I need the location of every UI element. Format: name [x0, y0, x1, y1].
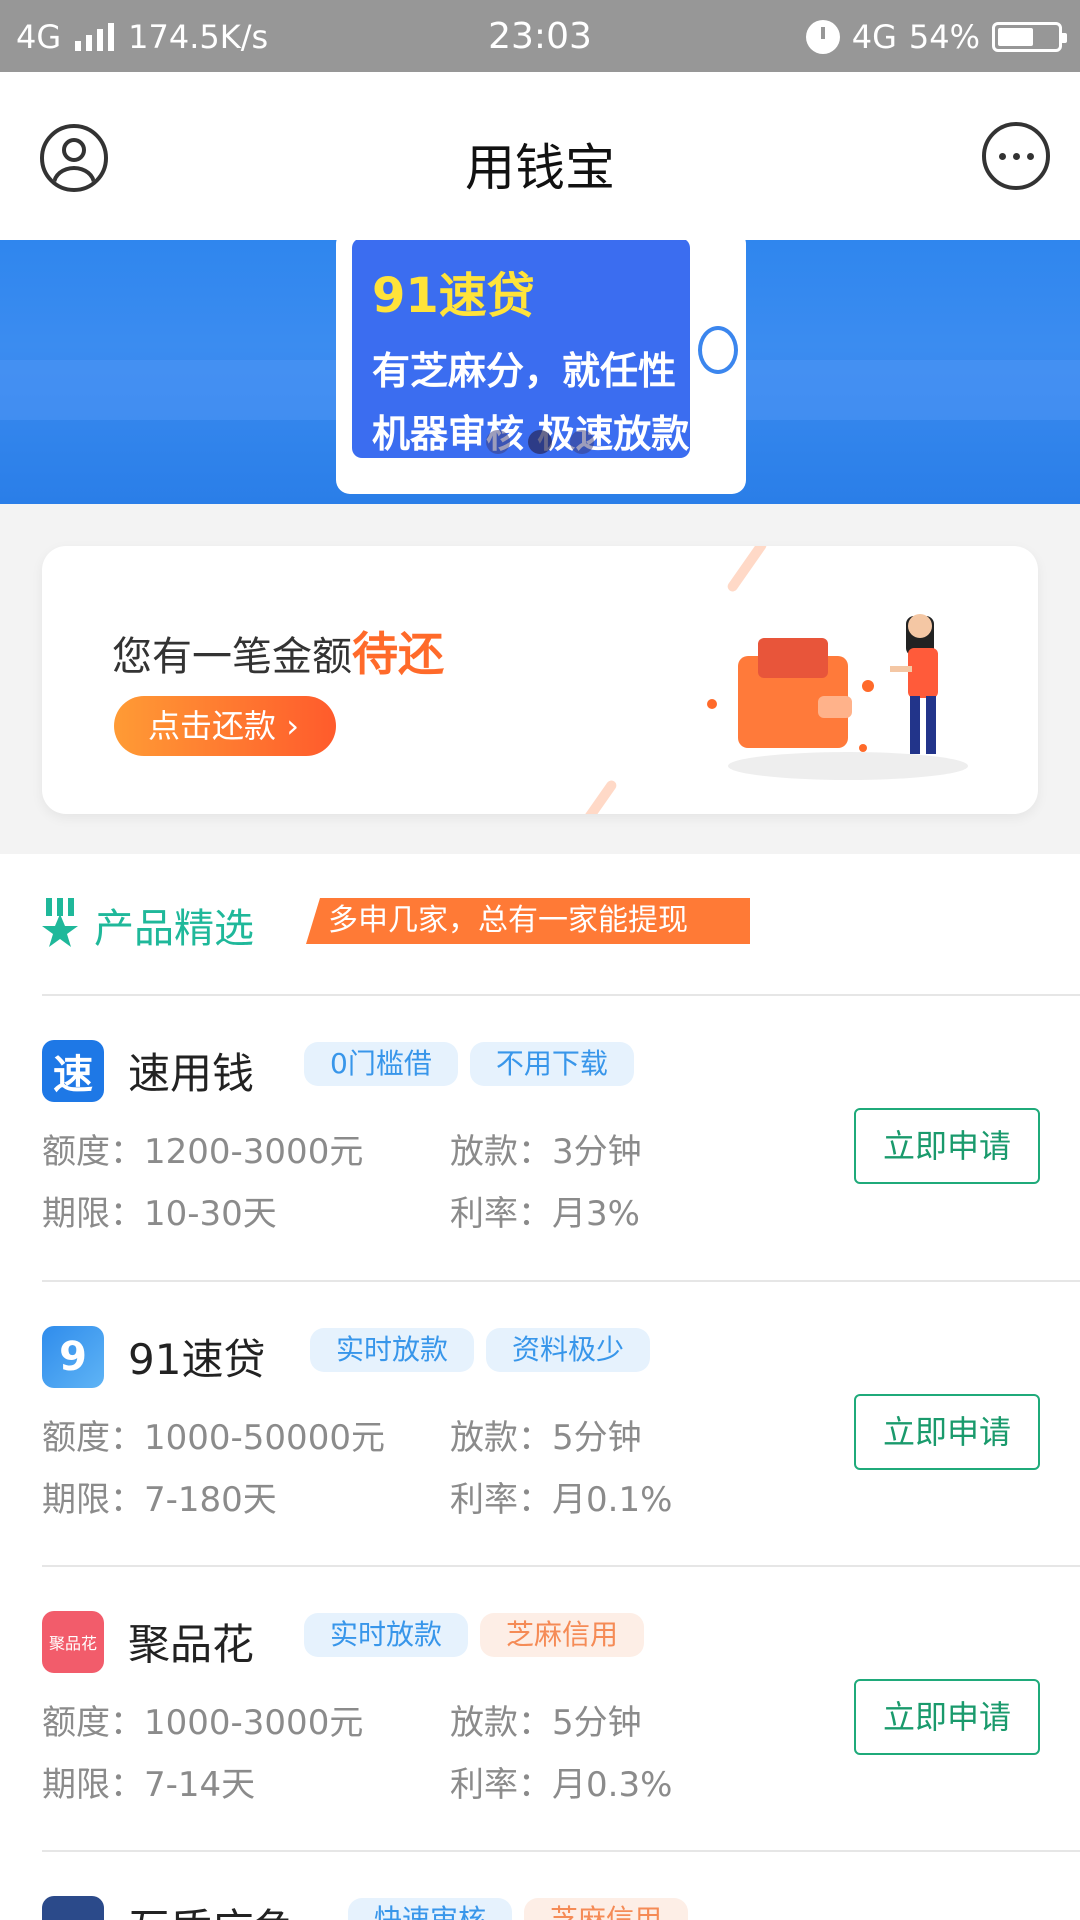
status-bar: 4G 174.5K/s 23:03 4G 54% [0, 0, 1080, 72]
product-name: 聚品花 [128, 1620, 255, 1669]
release-value: 3分钟 [552, 1132, 642, 1172]
amount-value: 1000-50000元 [144, 1418, 385, 1458]
banner-phone-graphic: 91速贷 有芝麻分，就任性 机器审核 极速放款 [336, 240, 746, 494]
carousel-dot[interactable] [486, 430, 510, 454]
repay-section: 您有一笔金额待还 点击还款 › [0, 504, 1080, 854]
battery-icon [992, 22, 1067, 52]
product-info: 额度：1000-3000元 放款：5分钟 期限：7-14天 利率：月0.3% [42, 1703, 673, 1805]
apply-button[interactable]: 立即申请 [854, 1679, 1040, 1755]
apply-button[interactable]: 立即申请 [854, 1394, 1040, 1470]
product-tag: 实时放款 [310, 1328, 475, 1372]
carousel-dots[interactable] [486, 430, 594, 454]
apply-button[interactable]: 立即申请 [854, 1108, 1040, 1184]
product-item[interactable]: 互质应急 快速审核 芝麻信用 [0, 1852, 1080, 1920]
repay-button[interactable]: 点击还款 › [114, 696, 336, 756]
product-tag: 不用下载 [469, 1042, 634, 1086]
release-value: 5分钟 [552, 1703, 642, 1743]
rate-value: 月0.1% [552, 1480, 673, 1520]
section-title: 产品精选 [94, 906, 254, 952]
featured-header: 产品精选 多申几家，总有一家能提现 [40, 892, 1040, 962]
product-tag: 实时放款 [304, 1613, 469, 1657]
repay-highlight: 待还 [352, 627, 444, 681]
carousel-dot-active[interactable] [528, 430, 552, 454]
app-header: 用钱宝 [0, 72, 1080, 240]
page-title: 用钱宝 [465, 139, 615, 197]
repay-message: 您有一笔金额待还 [112, 627, 444, 681]
term-value: 7-180天 [144, 1480, 277, 1520]
alarm-icon [805, 20, 840, 54]
release-value: 5分钟 [552, 1418, 642, 1458]
product-info: 额度：1200-3000元 放款：3分钟 期限：10-30天 利率：月3% [42, 1132, 642, 1234]
more-icon[interactable] [982, 122, 1050, 190]
product-name: 91速贷 [128, 1335, 266, 1384]
product-item[interactable]: 聚品花 聚品花 实时放款 芝麻信用 额度：1000-3000元 放款：5分钟 期限… [0, 1567, 1080, 1851]
repay-card[interactable]: 您有一笔金额待还 点击还款 › [42, 546, 1038, 814]
medal-icon [42, 898, 78, 947]
amount-value: 1000-3000元 [144, 1703, 364, 1743]
banner-line-1: 有芝麻分，就任性 [372, 349, 677, 393]
product-name: 速用钱 [128, 1049, 255, 1098]
product-logo: 聚品花 [42, 1611, 104, 1673]
section-slogan: 多申几家，总有一家能提现 [306, 898, 750, 944]
product-logo: 9 [42, 1326, 104, 1388]
rate-value: 月0.3% [552, 1765, 673, 1805]
product-tag: 0门槛借 [304, 1042, 458, 1086]
carousel-dot[interactable] [570, 430, 594, 454]
term-value: 10-30天 [144, 1194, 277, 1234]
amount-value: 1200-3000元 [144, 1132, 364, 1172]
product-logo: 速 [42, 1040, 104, 1102]
product-tag: 芝麻信用 [480, 1613, 645, 1657]
term-value: 7-14天 [144, 1765, 256, 1805]
product-item[interactable]: 9 91速贷 实时放款 资料极少 额度：1000-50000元 放款：5分钟 期限… [0, 1282, 1080, 1566]
chevron-right-icon: › [286, 707, 299, 745]
phone-home-button [698, 326, 738, 374]
product-tag: 芝麻信用 [524, 1898, 689, 1920]
promo-banner[interactable]: 91速贷 有芝麻分，就任性 机器审核 极速放款 [0, 240, 1080, 504]
rate-value: 月3% [552, 1194, 640, 1234]
product-tag: 资料极少 [486, 1328, 651, 1372]
product-item[interactable]: 速 速用钱 0门槛借 不用下载 额度：1200-3000元 放款：3分钟 期限：1… [0, 996, 1080, 1280]
product-logo [42, 1896, 104, 1920]
network-type-right: 4G [851, 18, 897, 56]
battery-percent: 54% [908, 18, 980, 56]
product-tag: 快速审核 [348, 1898, 513, 1920]
product-name: 互质应急 [128, 1896, 296, 1920]
banner-brand: 91速贷 [372, 268, 535, 324]
product-info: 额度：1000-50000元 放款：5分钟 期限：7-180天 利率：月0.1% [42, 1418, 673, 1520]
wallet-illustration [707, 614, 968, 780]
